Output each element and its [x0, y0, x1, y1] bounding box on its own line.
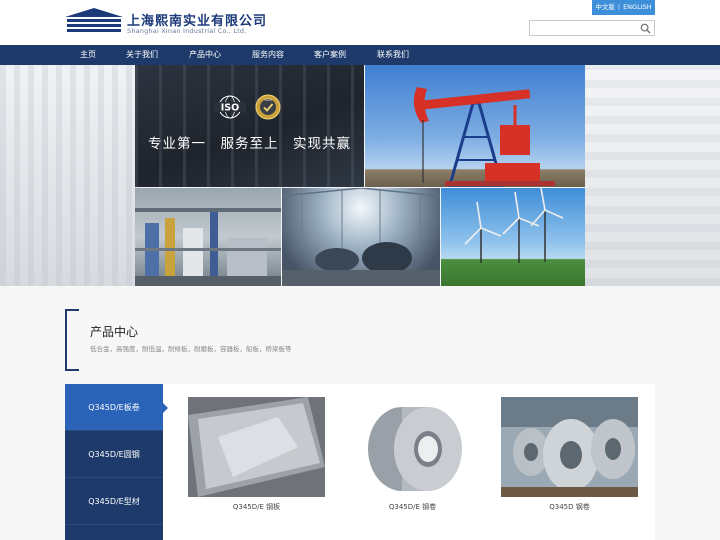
iso-badge-text: ISO — [221, 103, 239, 114]
pumpjack-illustration — [413, 87, 555, 187]
category-item-round-bar[interactable]: Q345D/E圆钢 — [65, 431, 163, 478]
product-caption[interactable]: Q345D/E 钢板 — [188, 502, 325, 512]
hero-banner[interactable]: ISO SGS 专业第一 服务至上 实现共赢 — [0, 65, 720, 286]
factory-photo — [135, 65, 364, 187]
product-caption[interactable]: Q345D 钢卷 — [501, 502, 638, 512]
company-logo[interactable]: 上海熙南实业有限公司 Shanghai Xinan Industrial Co.… — [65, 8, 266, 36]
search-icon[interactable] — [640, 23, 651, 34]
product-section-header: 产品中心 低合金，高强度，耐低温，耐候板，耐磨板，容器板，船板，桥梁板等 — [65, 309, 325, 371]
section-title: 产品中心 — [90, 325, 139, 339]
banner-slogan: 专业第一 服务至上 实现共赢 — [148, 136, 351, 152]
section-bracket-decoration — [65, 309, 79, 371]
nav-services[interactable]: 服务内容 — [252, 45, 284, 65]
category-item-plate-coil[interactable]: Q345D/E板卷 — [65, 384, 163, 431]
lang-english-link[interactable]: ENGLISH — [623, 3, 652, 11]
section-subtitle: 低合金，高强度，耐低温，耐候板，耐磨板，容器板，船板，桥梁板等 — [90, 345, 292, 353]
product-category-sidebar: Q345D/E板卷 Q345D/E圆钢 Q345D/E型材 — [65, 384, 163, 540]
wind-illustration — [464, 188, 564, 263]
language-switch: 中文版 | ENGLISH — [592, 0, 655, 15]
product-caption[interactable]: Q345D/E 钢卷 — [344, 502, 481, 512]
iso-badge-icon: ISO — [214, 95, 246, 119]
logo-mark-icon — [65, 8, 123, 32]
product-panel: Q345D/E板卷 Q345D/E圆钢 Q345D/E型材 Q345D/E 钢板 — [65, 384, 655, 540]
hall-illustration — [282, 188, 440, 286]
main-nav: 主页 关于我们 产品中心 服务内容 客户案例 联系我们 — [0, 45, 720, 65]
oil-pump-photo — [365, 65, 585, 187]
nav-home[interactable]: 主页 — [80, 45, 96, 65]
nav-contact[interactable]: 联系我们 — [377, 45, 409, 65]
company-name-en: Shanghai Xinan Industrial Co., Ltd. — [127, 27, 247, 35]
steel-coils-warehouse-photo[interactable] — [501, 397, 638, 497]
search-input[interactable] — [532, 22, 636, 34]
nav-cases[interactable]: 客户案例 — [314, 45, 346, 65]
pipeline-plant-photo — [135, 188, 281, 286]
sgs-badge-icon: SGS — [255, 94, 281, 120]
lang-separator: | — [617, 3, 621, 11]
sgs-badge-text: SGS — [264, 98, 272, 102]
steel-coil-photo[interactable] — [344, 397, 481, 497]
active-category-arrow-icon — [163, 403, 168, 413]
search-box — [529, 20, 655, 36]
banner-bg-left-image — [0, 65, 140, 286]
site-header: 上海熙南实业有限公司 Shanghai Xinan Industrial Co.… — [0, 0, 720, 45]
nav-products[interactable]: 产品中心 — [189, 45, 221, 65]
banner-slogan-tile: ISO SGS 专业第一 服务至上 实现共赢 — [135, 65, 364, 187]
pipes-illustration — [135, 208, 281, 286]
turbine-hall-photo — [282, 188, 440, 286]
wind-turbines-photo — [441, 188, 585, 286]
banner-bg-right-image — [585, 65, 720, 286]
lang-chinese-link[interactable]: 中文版 — [595, 3, 615, 11]
steel-plate-photo[interactable] — [188, 397, 325, 497]
nav-about[interactable]: 关于我们 — [126, 45, 158, 65]
category-item-section-steel[interactable]: Q345D/E型材 — [65, 478, 163, 525]
